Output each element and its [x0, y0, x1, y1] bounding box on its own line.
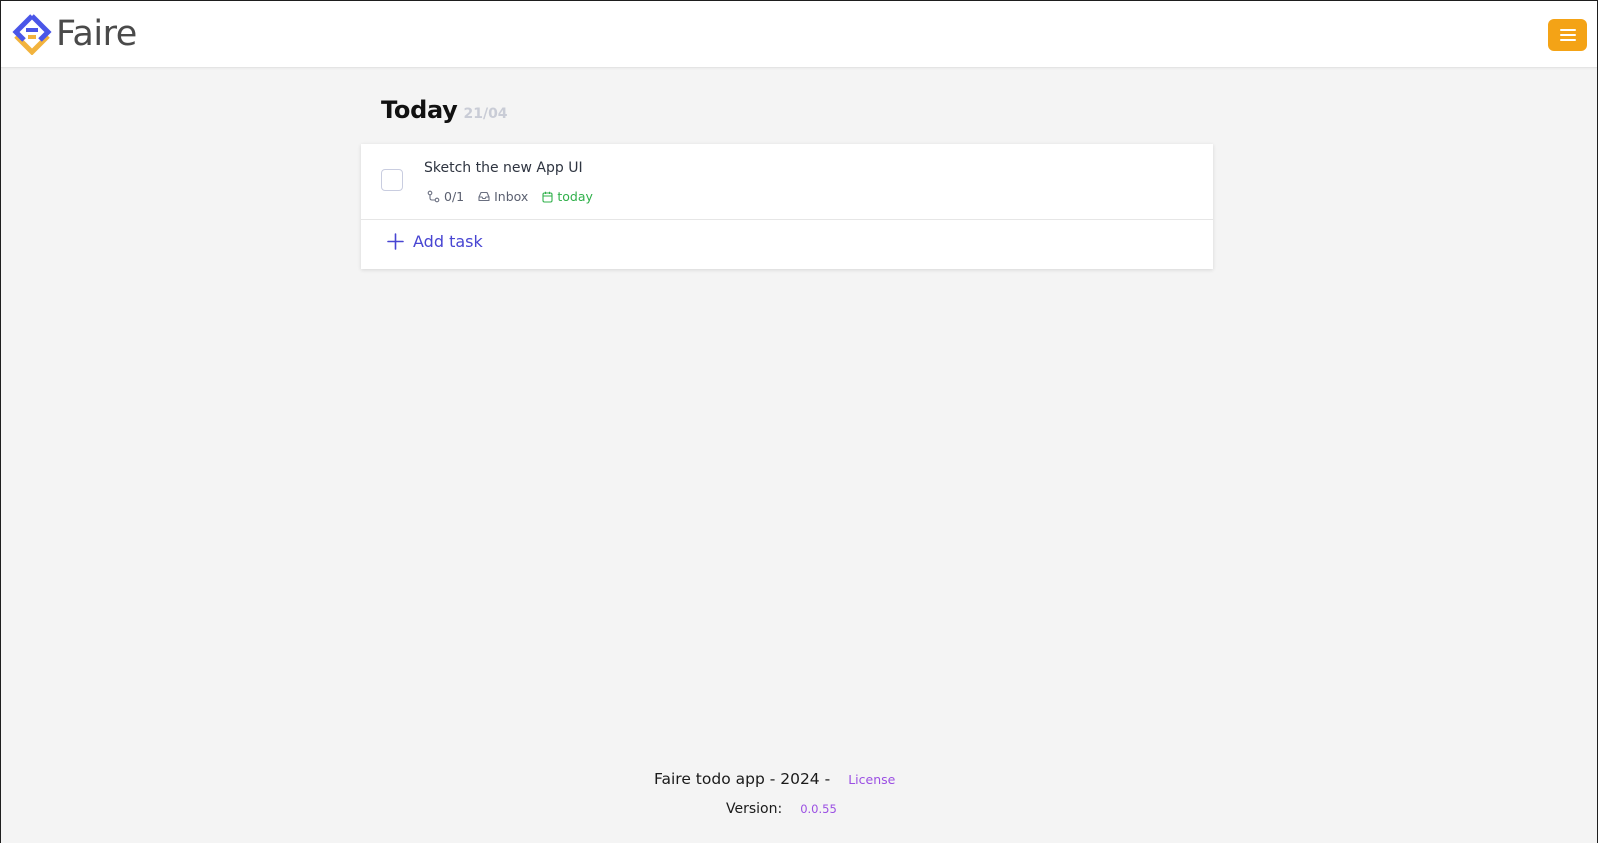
page-title: Today	[381, 96, 458, 124]
footer-copyright: Faire todo app - 2024 - License	[654, 770, 895, 788]
hamburger-menu-icon	[1559, 29, 1576, 41]
menu-button[interactable]	[1548, 19, 1587, 51]
subtask-icon	[427, 190, 440, 203]
task-project[interactable]: Inbox	[478, 189, 528, 204]
license-link[interactable]: License	[848, 772, 895, 787]
add-task-button[interactable]: Add task	[387, 232, 483, 251]
brand-name: Faire	[56, 14, 137, 54]
footer-text: Faire todo app - 2024 -	[654, 770, 831, 788]
task-due-date[interactable]: today	[542, 189, 593, 204]
task-checkbox[interactable]	[381, 169, 403, 191]
faire-logo-icon	[12, 14, 52, 55]
footer-version-row: Version: 0.0.55	[726, 801, 837, 817]
page-heading: Today 21/04	[381, 96, 508, 124]
add-task-label: Add task	[413, 232, 483, 251]
task-due-label: today	[557, 189, 593, 204]
task-meta: 0/1 Inbox today	[427, 189, 607, 204]
calendar-icon	[542, 191, 553, 203]
task-row[interactable]: Sketch the new App UI 0/1 Inbox today	[361, 144, 1213, 220]
task-list-card: Sketch the new App UI 0/1 Inbox today Ad…	[361, 144, 1213, 269]
plus-icon	[387, 233, 404, 250]
task-title[interactable]: Sketch the new App UI	[424, 160, 583, 176]
brand-logo[interactable]: Faire	[12, 13, 137, 55]
task-subtasks-count: 0/1	[444, 189, 465, 204]
version-value: 0.0.55	[800, 802, 837, 816]
version-label: Version:	[726, 801, 783, 817]
page-date: 21/04	[463, 106, 508, 122]
app-header: Faire	[1, 1, 1597, 68]
task-subtasks[interactable]: 0/1	[427, 189, 464, 204]
inbox-icon	[478, 191, 490, 202]
window-frame	[0, 0, 1598, 843]
task-project-label: Inbox	[494, 189, 529, 204]
